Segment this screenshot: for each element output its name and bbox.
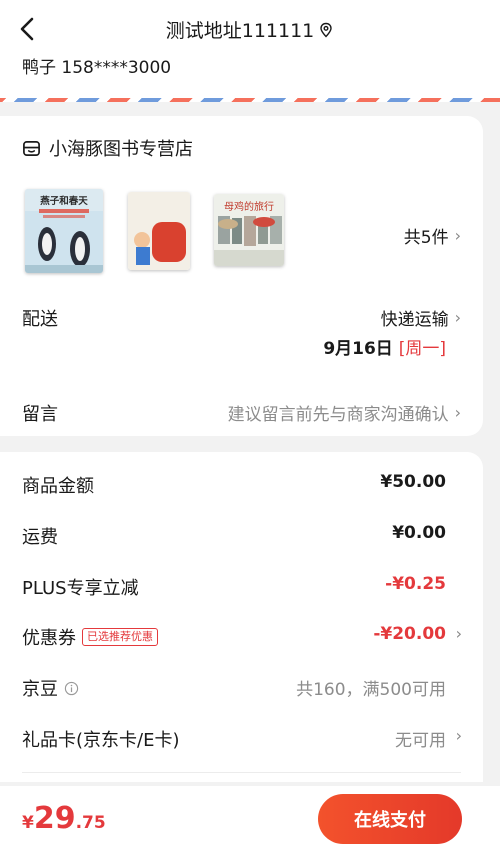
plus-discount-row: PLUS专享立减 -¥0.25 xyxy=(22,574,446,604)
jingdou-label: 京豆 xyxy=(22,679,58,700)
coupon-label-group: 优惠券 已选推荐优惠 xyxy=(22,624,158,650)
delivery-date-text: 9月16日 xyxy=(323,339,393,359)
giftcard-row[interactable]: 礼品卡(京东卡/E卡) 无可用 › xyxy=(22,726,462,756)
coupon-value: -¥20.00 xyxy=(373,624,446,644)
shipping-row: 运费 ¥0.00 xyxy=(22,523,446,553)
goods-amount-label: 商品金额 xyxy=(22,476,94,497)
address-title[interactable]: 测试地址111111 xyxy=(0,16,500,43)
shipping-value: ¥0.00 xyxy=(392,523,446,543)
jingdou-label-group: 京豆 xyxy=(22,675,79,701)
store-card: 小海豚图书专营店 燕子和春天 母鸡的旅行 共5件 › 配送 快递运输 › 9月1… xyxy=(0,116,483,436)
item-count: 共5件 xyxy=(403,228,449,248)
remark-field[interactable]: 建议留言前先与商家沟通确认 › xyxy=(228,400,461,425)
chevron-right-icon: › xyxy=(454,226,461,245)
airmail-stripe xyxy=(0,98,500,102)
giftcard-value: 无可用 xyxy=(395,731,446,751)
chevron-right-icon: › xyxy=(455,624,462,643)
info-icon[interactable] xyxy=(64,681,79,696)
coupon-label: 优惠券 xyxy=(22,628,76,649)
goods-amount-value: ¥50.00 xyxy=(380,472,446,492)
book-cover-3-title: 母鸡的旅行 xyxy=(224,200,274,213)
jingdou-value: 共160，满500可用 xyxy=(296,680,446,700)
top-nav-bar: 测试地址111111 xyxy=(0,0,500,58)
delivery-weekday: [周一] xyxy=(398,339,446,359)
jingdou-row: 京豆 共160，满500可用 xyxy=(22,675,446,705)
pay-online-button[interactable]: 在线支付 xyxy=(318,794,462,844)
plus-discount-value: -¥0.25 xyxy=(385,574,446,594)
location-pin-icon xyxy=(318,22,334,38)
total-decimal: .75 xyxy=(75,813,106,833)
plus-discount-label: PLUS专享立减 xyxy=(22,578,139,599)
currency-symbol: ¥ xyxy=(22,813,34,833)
book-cover-3[interactable]: 母鸡的旅行 xyxy=(214,194,284,266)
book-cover-1-title: 燕子和春天 xyxy=(40,195,88,207)
shipping-label: 运费 xyxy=(22,527,58,548)
checkout-bar: ¥ 29 .75 在线支付 xyxy=(0,786,500,853)
address-title-text: 测试地址111111 xyxy=(165,20,315,42)
delivery-label: 配送 xyxy=(22,309,58,330)
goods-amount-row: 商品金额 ¥50.00 xyxy=(22,472,446,502)
total-price: ¥ 29 .75 xyxy=(22,801,106,836)
store-icon xyxy=(22,139,41,158)
giftcard-label: 礼品卡(京东卡/E卡) xyxy=(22,730,180,751)
store-name: 小海豚图书专营店 xyxy=(49,139,193,160)
divider xyxy=(22,772,461,773)
delivery-date[interactable]: 9月16日 [周一] xyxy=(323,334,446,359)
book-cover-2[interactable] xyxy=(128,192,190,270)
item-count-link[interactable]: 共5件 › xyxy=(404,223,461,248)
delivery-method: 快递运输 xyxy=(380,310,449,330)
chevron-right-icon: › xyxy=(454,403,461,422)
chevron-right-icon: › xyxy=(454,308,461,327)
delivery-method-selector[interactable]: 快递运输 › xyxy=(381,305,461,330)
book-cover-1[interactable]: 燕子和春天 xyxy=(25,189,103,273)
coupon-row[interactable]: 优惠券 已选推荐优惠 -¥20.00 › xyxy=(22,624,462,654)
store-header[interactable]: 小海豚图书专营店 xyxy=(22,135,193,161)
coupon-tag: 已选推荐优惠 xyxy=(82,628,158,646)
remark-label: 留言 xyxy=(22,404,58,425)
chevron-right-icon: › xyxy=(455,726,462,745)
price-summary-card: 商品金额 ¥50.00 运费 ¥0.00 PLUS专享立减 -¥0.25 优惠券… xyxy=(0,452,483,782)
total-integer: 29 xyxy=(33,801,76,836)
remark-placeholder: 建议留言前先与商家沟通确认 xyxy=(227,405,449,425)
